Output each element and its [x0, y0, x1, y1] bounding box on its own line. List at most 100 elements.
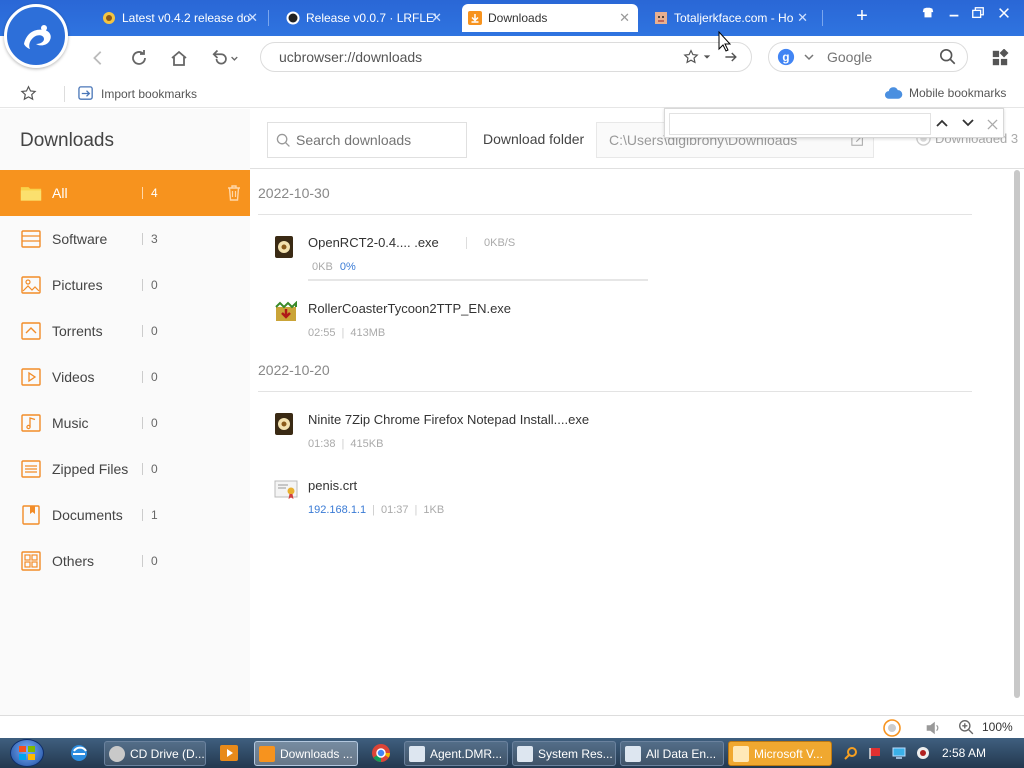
find-close-icon[interactable]	[987, 117, 998, 135]
torrent-icon	[20, 320, 42, 342]
tab-downloads[interactable]: Downloads ✕	[462, 4, 638, 32]
picture-icon	[20, 274, 42, 296]
video-icon	[20, 366, 42, 388]
bookmarks-star-icon[interactable]	[20, 85, 37, 105]
category-all[interactable]: All 4	[0, 170, 250, 216]
download-item[interactable]: OpenRCT2-0.4.... .exe 0KB/S 0KB 0%	[270, 233, 970, 293]
download-item[interactable]: penis.crt 192.168.1.1 | 01:37 | 1KB	[270, 476, 970, 536]
file-size: 413MB	[350, 327, 386, 339]
taskbar-clock[interactable]: 2:58 AM	[942, 746, 986, 760]
taskbar-all-data[interactable]: All Data En...	[620, 741, 724, 766]
taskbar-downloads[interactable]: Downloads ...	[254, 741, 358, 766]
category-software[interactable]: Software 3	[0, 216, 250, 262]
home-icon[interactable]	[167, 46, 191, 70]
minimize-icon[interactable]	[942, 2, 966, 24]
taskbar-system-res[interactable]: System Res...	[512, 741, 616, 766]
import-icon	[78, 85, 95, 102]
window-task-icon	[409, 745, 425, 762]
search-engine-box[interactable]: g	[768, 42, 968, 72]
close-window-icon[interactable]	[992, 2, 1016, 24]
tab-close-icon[interactable]: ✕	[619, 10, 630, 26]
download-folder-label: Download folder	[483, 131, 585, 147]
refresh-icon[interactable]	[127, 46, 151, 70]
google-g-icon[interactable]: g	[777, 48, 795, 71]
search-downloads-input[interactable]	[296, 132, 456, 148]
category-torrents[interactable]: Torrents 0	[0, 308, 250, 354]
file-name[interactable]: OpenRCT2-0.4.... .exe	[308, 235, 439, 250]
tab-close-icon[interactable]: ✕	[797, 10, 808, 26]
download-item[interactable]: Ninite 7Zip Chrome Firefox Notepad Insta…	[270, 410, 970, 470]
task-label: Agent.DMR...	[430, 746, 503, 761]
github-icon	[286, 11, 300, 25]
search-tray-icon[interactable]	[844, 746, 858, 760]
zoom-icon[interactable]	[958, 719, 975, 739]
file-name[interactable]: RollerCoasterTycoon2TTP_EN.exe	[308, 301, 511, 316]
status-bar: 100%	[0, 715, 1024, 738]
address-bar[interactable]	[260, 42, 752, 72]
monitor-tray-icon[interactable]	[892, 746, 906, 760]
date-divider	[258, 391, 972, 392]
tab-close-icon[interactable]: ✕	[247, 10, 258, 26]
restore-icon[interactable]	[966, 2, 990, 24]
app-tray-icon[interactable]	[916, 746, 930, 760]
date-header: 2022-10-20	[258, 362, 330, 378]
back-icon[interactable]	[86, 46, 110, 70]
bookmark-star-icon[interactable]	[683, 49, 699, 70]
chrome-icon[interactable]	[370, 742, 392, 764]
flag-tray-icon[interactable]	[868, 746, 882, 760]
tab-totaljerkface[interactable]: Totaljerkface.com - Ho ✕	[648, 4, 816, 32]
taskbar-agent-dmr[interactable]: Agent.DMR...	[404, 741, 508, 766]
skin-icon[interactable]	[916, 2, 940, 24]
file-meta: 0KB 0%	[308, 261, 356, 273]
taskbar-cd-drive[interactable]: CD Drive (D...	[104, 741, 206, 766]
file-size: 415KB	[350, 438, 384, 450]
media-player-icon[interactable]	[218, 742, 240, 764]
trash-icon[interactable]	[226, 184, 242, 202]
file-name[interactable]: Ninite 7Zip Chrome Firefox Notepad Insta…	[308, 412, 589, 427]
undo-close-tab-icon[interactable]	[208, 46, 242, 70]
tab-title: Release v0.0.7 · LRFLEW	[306, 11, 436, 25]
apps-grid-icon[interactable]	[988, 46, 1012, 70]
window-task-icon	[517, 745, 533, 762]
chevron-down-icon[interactable]	[703, 50, 711, 69]
find-previous-icon[interactable]	[935, 116, 949, 135]
tab-latest-release[interactable]: Latest v0.4.2 release do ✕	[96, 4, 266, 32]
new-tab-button[interactable]: +	[852, 5, 872, 28]
search-downloads-box[interactable]	[267, 122, 467, 158]
file-name[interactable]: penis.crt	[308, 478, 357, 493]
volume-icon[interactable]	[924, 719, 942, 740]
scrollbar-thumb[interactable]	[1014, 170, 1020, 698]
address-input[interactable]	[279, 49, 669, 65]
download-item[interactable]: RollerCoasterTycoon2TTP_EN.exe 02:55 | 413…	[270, 299, 970, 359]
search-engine-input[interactable]	[827, 49, 927, 65]
category-documents[interactable]: Documents 1	[0, 492, 250, 538]
category-label: Pictures	[52, 277, 103, 293]
find-bar	[664, 108, 1004, 138]
category-music[interactable]: Music 0	[0, 400, 250, 446]
tab-release-lrflew[interactable]: Release v0.0.7 · LRFLEW ✕	[280, 4, 450, 32]
zoom-level[interactable]: 100%	[982, 720, 1013, 734]
import-bookmarks-button[interactable]: Import bookmarks	[78, 85, 197, 102]
vertical-scrollbar[interactable]	[1012, 170, 1022, 698]
category-pictures[interactable]: Pictures 0	[0, 262, 250, 308]
mobile-bookmarks-button[interactable]: Mobile bookmarks	[884, 85, 1006, 101]
category-zipped-files[interactable]: Zipped Files 0	[0, 446, 250, 492]
tab-separator	[268, 10, 269, 26]
date-header: 2022-10-30	[258, 185, 330, 201]
tab-close-icon[interactable]: ✕	[431, 10, 442, 26]
others-icon	[20, 550, 42, 572]
internet-explorer-icon[interactable]	[68, 742, 90, 764]
taskbar-microsoft-v[interactable]: Microsoft V...	[728, 741, 832, 766]
category-videos[interactable]: Videos 0	[0, 354, 250, 400]
mouse-cursor-icon	[718, 31, 732, 52]
search-icon[interactable]	[939, 48, 957, 71]
find-input[interactable]	[669, 113, 931, 135]
engine-dropdown-icon[interactable]	[803, 50, 815, 68]
sidebar-title: Downloads	[20, 130, 114, 151]
start-button[interactable]	[10, 739, 44, 767]
tab-separator	[822, 10, 823, 26]
uc-browser-logo[interactable]	[4, 4, 68, 68]
file-source-link[interactable]: 192.168.1.1	[308, 504, 366, 516]
find-next-icon[interactable]	[961, 116, 975, 135]
category-others[interactable]: Others 0	[0, 538, 250, 584]
